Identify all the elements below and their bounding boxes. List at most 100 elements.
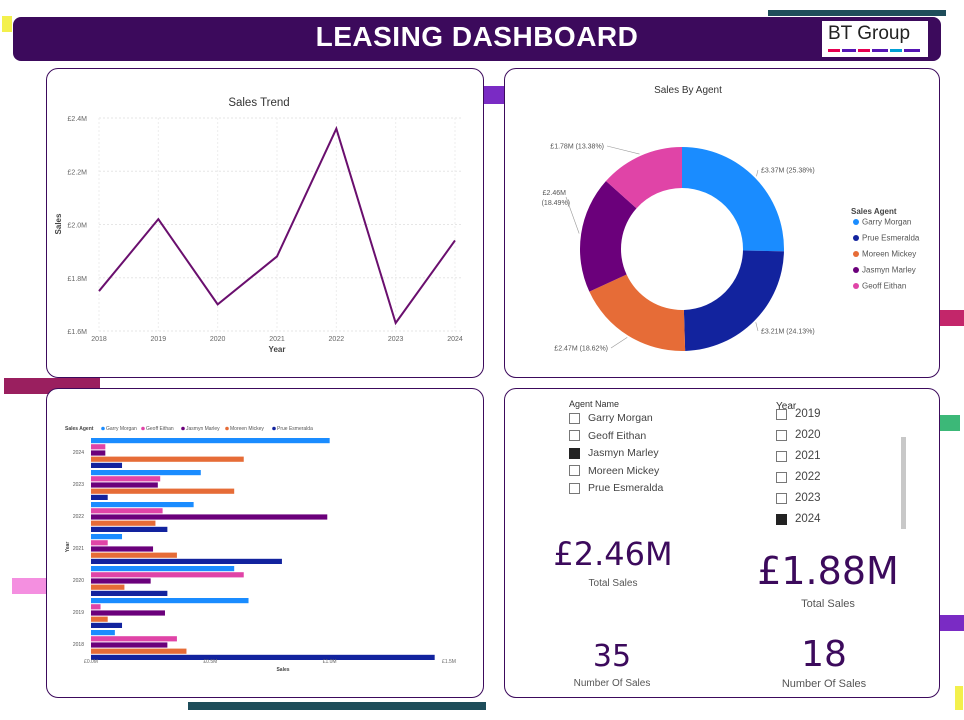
bar-chart-xlabel: Sales xyxy=(276,667,289,673)
bar-geoff-eithan[interactable] xyxy=(91,604,101,610)
donut-legend-label[interactable]: Jasmyn Marley xyxy=(862,266,916,275)
bar-legend-marker xyxy=(101,426,105,431)
bar-prue-esmeralda[interactable] xyxy=(91,654,435,660)
sales-trend-panel[interactable]: Sales Trend £1.6M £1.8M £2.0M £2.2M £2.4M 20… xyxy=(46,68,484,378)
donut-legend-marker xyxy=(853,251,859,257)
bar-geoff-eithan[interactable] xyxy=(91,476,161,482)
donut-legend-title: Sales Agent xyxy=(851,207,897,216)
bar-legend-marker xyxy=(272,426,276,431)
bar-jasmyn-marley[interactable] xyxy=(91,578,151,584)
line-ytick-label: £2.2M xyxy=(68,169,88,176)
bar-moreen-mickey[interactable] xyxy=(91,648,187,654)
sales-by-year-agent-panel[interactable]: Sales Agent Garry Morgan Geoff Eithan Jasm… xyxy=(46,388,484,698)
sales-by-agent-panel[interactable]: Sales By Agent £3.37M (25.38%) £3.21M (24… xyxy=(504,68,940,378)
donut-legend-marker xyxy=(853,219,859,225)
bar-garry-morgan[interactable] xyxy=(91,438,330,444)
bar-garry-morgan[interactable] xyxy=(91,470,201,476)
bar-legend-label[interactable]: Prue Esmeralda xyxy=(277,426,313,432)
donut-leader-line xyxy=(755,322,759,332)
donut-data-label: £2.47M (18.62%) xyxy=(554,346,608,353)
bar-moreen-mickey[interactable] xyxy=(91,520,156,526)
bt-group-logo: BT Group xyxy=(822,21,928,57)
bar-prue-esmeralda[interactable] xyxy=(91,622,123,628)
checkbox-icon[interactable] xyxy=(776,429,787,441)
donut-slice[interactable] xyxy=(589,274,686,351)
checkbox-icon[interactable] xyxy=(776,450,787,462)
bar-jasmyn-marley[interactable] xyxy=(91,546,154,552)
donut-data-label: £1.78M (13.38%) xyxy=(550,144,604,151)
bar-prue-esmeralda[interactable] xyxy=(91,494,108,500)
bar-jasmyn-marley[interactable] xyxy=(91,450,106,456)
bar-geoff-eithan[interactable] xyxy=(91,540,108,546)
bar-legend-marker xyxy=(181,426,185,431)
line-chart-xlabel: Year xyxy=(269,345,286,354)
bar-moreen-mickey[interactable] xyxy=(91,616,108,622)
bar-moreen-mickey[interactable] xyxy=(91,456,244,462)
checkbox-checked-icon[interactable] xyxy=(776,513,787,525)
donut-data-label: £3.37M (25.38%) xyxy=(761,168,815,175)
bar-prue-esmeralda[interactable] xyxy=(91,526,168,532)
filters-kpi-panel: Agent Name Garry Morgan Geoff Eithan Jasmy… xyxy=(504,388,940,698)
year-option[interactable]: 2023 xyxy=(776,492,821,504)
bar-moreen-mickey[interactable] xyxy=(91,488,235,494)
total-sales-right-value: £1.88M xyxy=(757,549,899,593)
bar-legend-label[interactable]: Jasmyn Marley xyxy=(186,426,220,432)
line-ytick-label: £2.0M xyxy=(68,223,88,230)
sales-count-left-value: 35 xyxy=(592,639,632,674)
bar-xtick-label: £0.0M xyxy=(84,659,98,665)
checkbox-icon[interactable] xyxy=(776,492,787,504)
donut-legend-label[interactable]: Garry Morgan xyxy=(862,218,911,227)
bar-moreen-mickey[interactable] xyxy=(91,584,125,590)
bar-category-label: 2021 xyxy=(73,546,84,552)
year-option[interactable]: 2021 xyxy=(776,450,821,462)
donut-leader-line xyxy=(610,337,628,349)
year-option[interactable]: 2019 xyxy=(776,408,821,420)
bar-xtick-label: £1.5M xyxy=(442,659,456,665)
year-slicer-scrollbar[interactable] xyxy=(901,437,906,529)
donut-leader-line xyxy=(606,145,640,155)
donut-slice[interactable] xyxy=(683,250,784,351)
bar-jasmyn-marley[interactable] xyxy=(91,514,328,520)
donut-slice[interactable] xyxy=(682,147,784,252)
bar-legend-label[interactable]: Garry Morgan xyxy=(106,426,137,432)
bar-garry-morgan[interactable] xyxy=(91,566,235,572)
bar-geoff-eithan[interactable] xyxy=(91,444,106,450)
sales-trend-chart[interactable]: Sales Trend £1.6M £1.8M £2.0M £2.2M £2.4M 20… xyxy=(47,69,485,379)
bar-legend-label[interactable]: Geoff Eithan xyxy=(146,426,174,432)
donut-legend-label[interactable]: Moreen Mickey xyxy=(862,250,916,259)
bar-jasmyn-marley[interactable] xyxy=(91,610,165,616)
year-option[interactable]: 2022 xyxy=(776,471,821,483)
checkbox-icon[interactable] xyxy=(776,408,787,420)
bar-garry-morgan[interactable] xyxy=(91,598,249,604)
bar-garry-morgan[interactable] xyxy=(91,534,123,540)
bar-category-label: 2022 xyxy=(73,514,84,520)
year-option[interactable]: 2020 xyxy=(776,429,821,441)
bar-jasmyn-marley[interactable] xyxy=(91,482,158,488)
sales-by-year-agent-chart[interactable]: Sales Agent Garry Morgan Geoff Eithan Jasm… xyxy=(47,389,485,699)
sales-by-agent-chart[interactable]: Sales By Agent £3.37M (25.38%) £3.21M (24… xyxy=(505,69,941,379)
decor-bar-teal-bottom xyxy=(188,702,486,710)
bar-garry-morgan[interactable] xyxy=(91,630,115,636)
bar-moreen-mickey[interactable] xyxy=(91,552,177,558)
decor-bar-yellow xyxy=(2,16,12,32)
total-sales-right-label: Total Sales xyxy=(801,598,855,610)
bar-category-label: 2020 xyxy=(73,578,84,584)
bar-garry-morgan[interactable] xyxy=(91,502,194,508)
checkbox-icon[interactable] xyxy=(776,471,787,483)
donut-legend-label[interactable]: Geoff Eithan xyxy=(862,282,906,291)
decor-bar-green-right xyxy=(940,415,960,431)
bar-prue-esmeralda[interactable] xyxy=(91,558,282,564)
bar-geoff-eithan[interactable] xyxy=(91,508,163,514)
bar-jasmyn-marley[interactable] xyxy=(91,642,168,648)
bar-geoff-eithan[interactable] xyxy=(91,572,244,578)
line-xtick-label: 2023 xyxy=(388,336,404,343)
decor-bar-violet-right xyxy=(940,615,964,631)
year-option[interactable]: 2024 xyxy=(776,513,821,525)
bar-geoff-eithan[interactable] xyxy=(91,636,177,642)
donut-data-label: (18.49%) xyxy=(542,200,570,207)
donut-legend-label[interactable]: Prue Esmeralda xyxy=(862,234,920,243)
bar-prue-esmeralda[interactable] xyxy=(91,590,168,596)
bar-category-label: 2023 xyxy=(73,482,84,488)
bar-prue-esmeralda[interactable] xyxy=(91,462,123,468)
bar-legend-label[interactable]: Moreen Mickey xyxy=(230,426,264,432)
